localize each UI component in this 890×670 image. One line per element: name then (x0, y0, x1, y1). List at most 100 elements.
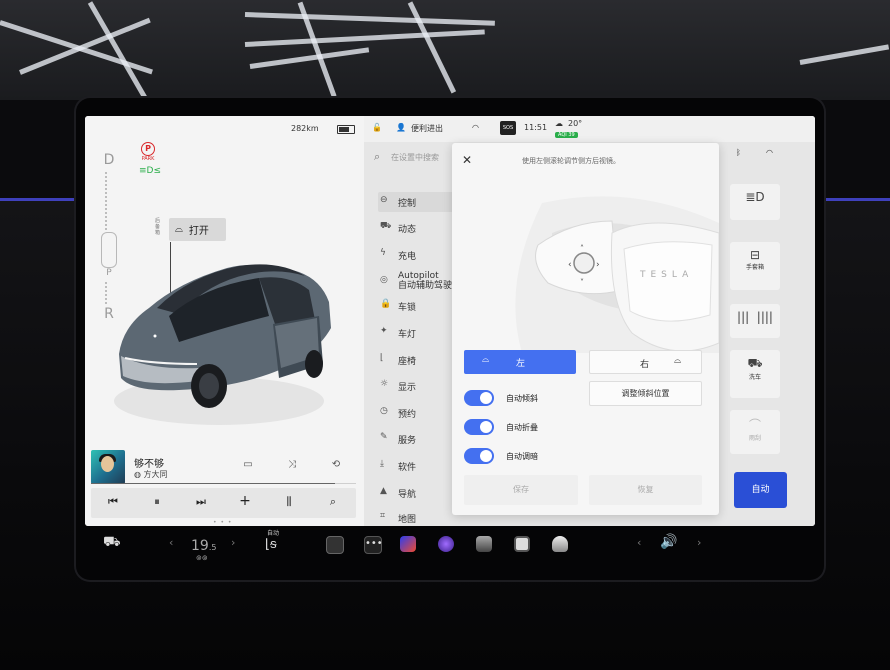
add-icon[interactable]: + (237, 493, 253, 509)
save-button[interactable]: 保存 (464, 475, 578, 505)
clock-time: 11:51 (524, 123, 548, 132)
playback-progress[interactable] (91, 483, 356, 484)
temp-down-icon[interactable]: ‹ (169, 536, 173, 549)
vehicle-panel: D P R P PARK ≡D≤ 282km 后备箱 ⌓ 打开 够不够 ◍ 方大… (85, 116, 364, 526)
camera-lens-app-icon[interactable] (438, 536, 454, 552)
car-icon: ⛟ (380, 221, 392, 231)
mirror-hint: 使用左侧滚轮调节侧方后视镜。 (522, 157, 620, 165)
wrench-icon: ✎ (380, 432, 388, 442)
steering-wheel-illustration: ‹ › ˄ ˅ TESLA (512, 193, 720, 353)
close-icon[interactable]: ✕ (462, 153, 472, 167)
download-icon: ⤓ (380, 459, 384, 469)
temp-up-icon[interactable]: › (231, 536, 235, 549)
search-icon: ⌕ (374, 150, 381, 163)
mirror-right-button[interactable]: 右 ⌓ (589, 350, 702, 374)
toggle-icon: ⊖ (380, 195, 388, 205)
album-art[interactable] (91, 450, 125, 484)
navigation-app-icon[interactable] (400, 536, 416, 552)
display-icon: ☼ (380, 379, 389, 389)
adjust-tilt-button[interactable]: 调整倾斜位置 (589, 381, 702, 406)
previous-track-icon[interactable]: ⏮ (105, 495, 121, 509)
weather-cloud-icon: ☁ (555, 119, 563, 128)
page-indicator-dots: • • • (213, 519, 233, 526)
fan-icon: ⊚⊚ (196, 554, 208, 562)
glovebox-tile[interactable]: ⊟ 手套箱 (730, 242, 780, 290)
headlight-icon: ≣D (745, 190, 765, 204)
auto-tilt-toggle[interactable] (464, 390, 494, 406)
repeat-icon[interactable]: ⟲ (329, 459, 343, 470)
auto-dim-toggle[interactable] (464, 448, 494, 464)
camera-app-icon[interactable] (326, 536, 344, 554)
carwash-tile[interactable]: ⛟ 洗车 (730, 350, 780, 398)
svg-text:›: › (596, 260, 600, 270)
volume-up-icon[interactable]: › (697, 536, 701, 549)
bluetooth-icon[interactable]: ᛒ (736, 148, 741, 157)
menu-item-navigation[interactable]: ▲ 导航 (378, 483, 458, 503)
media-controls: ⏮ ⏸ ⏭ + ⫼ ⌕ (91, 488, 356, 518)
assistant-app-icon[interactable] (552, 536, 568, 552)
park-brake-icon: P PARK (141, 142, 155, 162)
signal-icon: ◠ (766, 148, 773, 157)
dashcam-app-icon[interactable] (476, 536, 492, 552)
restore-button[interactable]: 恢复 (589, 475, 702, 505)
unlock-icon[interactable]: 🔓 (372, 123, 382, 132)
menu-item-charging[interactable]: ϟ 充电 (378, 245, 458, 265)
menu-item-display[interactable]: ☼ 显示 (378, 376, 458, 396)
mirror-right-icon: ⌓ (674, 356, 682, 366)
equalizer-icon[interactable]: ⫼ (281, 495, 297, 509)
low-beam-icon: ≡D≤ (139, 166, 162, 176)
status-bar: 🔓 👤 便利进出 ◠ SOS 11:51 ☁ 20° AQI 39 ᛒ ◠ (364, 116, 815, 157)
menu-item-service[interactable]: ✎ 服务 (378, 429, 458, 449)
touchscreen: D P R P PARK ≡D≤ 282km 后备箱 ⌓ 打开 够不够 ◍ 方大… (85, 116, 815, 526)
mirror-adjust-dialog: ✕ 使用左侧滚轮调节侧方后视镜。 ‹ › ˄ ˅ TESLA ⌓ 左 右 ⌓ 自… (452, 143, 720, 515)
wiper-tile[interactable]: ⌒ 雨刮 (730, 410, 780, 454)
profile-icon[interactable]: 👤 (396, 123, 406, 132)
car-icon[interactable]: ⛟ (103, 534, 121, 552)
seat-heater-icon[interactable]: ⌊ᵴ (265, 536, 277, 552)
wiper-icon: ⌒ (748, 418, 761, 432)
wiper-speed-tile[interactable]: ||| |||| (730, 304, 780, 338)
lyrics-icon[interactable]: ▭ (241, 459, 255, 470)
menu-item-lights[interactable]: ✦ 车灯 (378, 323, 458, 343)
menu-item-seats[interactable]: ⌊ 座椅 (378, 350, 458, 370)
open-frunk-button[interactable]: ⌓ 打开 (169, 218, 226, 241)
calendar-app-icon[interactable] (514, 536, 530, 552)
glovebox-icon: ⊟ (749, 248, 761, 262)
svg-text:˅: ˅ (580, 278, 584, 287)
gear-d[interactable]: D (99, 152, 119, 168)
next-track-icon[interactable]: ⏭ (193, 495, 209, 509)
auto-button[interactable]: 自动 (734, 472, 787, 508)
map-icon: ⌗ (380, 511, 386, 521)
menu-item-locks[interactable]: 🔒 车锁 (378, 296, 458, 316)
shuffle-icon[interactable]: ⤨ (285, 459, 299, 470)
trunk-label: 后备箱 (155, 218, 161, 236)
background-ceiling (0, 0, 890, 100)
cabin-temperature[interactable]: 19.5 (191, 538, 216, 554)
more-apps-icon[interactable]: ••• (364, 536, 383, 554)
mirror-left-icon: ⌓ (482, 355, 490, 365)
volume-icon[interactable]: 🔊 (660, 534, 677, 550)
search-icon[interactable]: ⌕ (325, 495, 341, 509)
sos-button[interactable]: SOS (500, 121, 516, 135)
car-model-render[interactable] (109, 246, 349, 446)
menu-item-autopilot[interactable]: ◎ Autopilot 自动辅助驾驶 (378, 271, 458, 292)
lock-icon: 🔒 (380, 299, 392, 309)
auto-fold-toggle[interactable] (464, 419, 494, 435)
volume-down-icon[interactable]: ‹ (637, 536, 641, 549)
pause-icon[interactable]: ⏸ (149, 495, 165, 509)
menu-item-controls[interactable]: ⊖ 控制 (378, 192, 458, 212)
menu-item-software[interactable]: ⤓ 软件 (378, 456, 458, 476)
menu-item-dynamics[interactable]: ⛟ 动态 (378, 218, 458, 238)
media-player[interactable]: 够不够 ◍ 方大同 ▭ ⤨ ⟲ ⏮ ⏸ ⏭ + ⫼ ⌕ (91, 448, 356, 520)
aqi-badge: AQI 39 (555, 132, 578, 138)
menu-item-schedule[interactable]: ◷ 预约 (378, 403, 458, 423)
battery-icon (337, 125, 355, 134)
svg-text:‹: ‹ (568, 260, 572, 270)
mirror-left-button[interactable]: ⌓ 左 (464, 350, 576, 374)
outside-temperature: 20° (568, 119, 583, 128)
headlight-tile[interactable]: ≣D (730, 184, 780, 220)
artist-name: ◍ 方大同 (134, 470, 168, 479)
menu-item-maps[interactable]: ⌗ 地图 (378, 508, 458, 526)
profile-name[interactable]: 便利进出 (411, 123, 443, 134)
svg-text:TESLA: TESLA (639, 270, 693, 280)
